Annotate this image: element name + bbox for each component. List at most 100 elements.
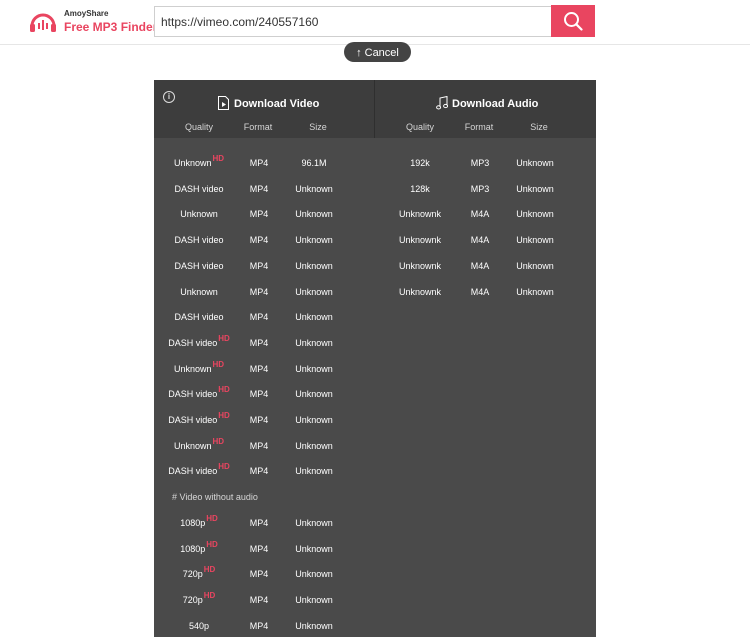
format-cell: MP4 (249, 544, 269, 554)
video-row[interactable]: DASH videoHD MP4 Unknown (154, 334, 596, 354)
hd-badge: HD (218, 334, 230, 343)
size-cell: Unknown (516, 287, 554, 297)
quality-text: Unknownk (398, 235, 442, 245)
quality-cell: 720pHD (163, 591, 235, 605)
format-cell: MP4 (249, 312, 269, 322)
cancel-label: Cancel (364, 47, 399, 59)
quality-text: DASH video (168, 415, 218, 425)
download-video-title: Download Video (217, 96, 319, 110)
quality-text: 128k (410, 184, 430, 194)
format-cell: MP4 (249, 441, 269, 451)
format-cell: MP4 (249, 364, 269, 374)
audio-row[interactable]: 192k MP3 Unknown (154, 158, 596, 174)
quality-text: 192k (410, 158, 430, 168)
info-icon[interactable]: i (163, 91, 175, 103)
music-note-icon (436, 96, 448, 110)
audio-row[interactable]: 128k MP3 Unknown (154, 184, 596, 200)
brand-top-text: AmoyShare (64, 9, 109, 18)
hd-badge: HD (218, 385, 230, 394)
brand-main-text: Free MP3 Finder (64, 20, 158, 34)
quality-text: DASH video (168, 338, 218, 348)
hd-badge: HD (212, 437, 225, 446)
size-cell: Unknown (516, 261, 554, 271)
download-audio-title: Download Audio (436, 96, 538, 110)
video-row[interactable]: UnknownHD MP4 Unknown (154, 360, 596, 380)
video-format-header: Format (243, 122, 273, 132)
size-cell: Unknown (295, 338, 333, 348)
quality-text: 720p (182, 569, 203, 579)
video-without-audio-label: # Video without audio (172, 492, 258, 502)
no_audio-row[interactable]: 720pHD MP4 Unknown (154, 591, 596, 611)
quality-text: 720p (182, 595, 203, 605)
no_audio-row[interactable]: 720pHD MP4 Unknown (154, 565, 596, 585)
brand-logo[interactable]: AmoyShare Free MP3 Finder (28, 8, 157, 38)
size-cell: Unknown (295, 621, 333, 631)
quality-text: 1080p (180, 518, 206, 528)
quality-cell: DASH videoHD (163, 462, 235, 476)
hd-badge: HD (212, 360, 225, 369)
size-cell: Unknown (295, 389, 333, 399)
header-divider (374, 80, 375, 138)
quality-text: DASH video (168, 389, 218, 399)
quality-text: 540p (188, 621, 210, 631)
quality-cell: Unknownk (384, 209, 456, 219)
quality-cell: 192k (384, 158, 456, 168)
top-bar: AmoyShare Free MP3 Finder (0, 0, 750, 45)
quality-cell: DASH videoHD (163, 385, 235, 399)
quality-text: DASH video (174, 312, 224, 322)
hd-badge: HD (206, 514, 218, 523)
video-quality-header: Quality (184, 122, 213, 132)
quality-cell: DASH video (163, 312, 235, 322)
audio-row[interactable]: Unknownk M4A Unknown (154, 235, 596, 251)
quality-cell: DASH videoHD (163, 334, 235, 348)
no_audio-row[interactable]: 1080pHD MP4 Unknown (154, 514, 596, 534)
hd-badge: HD (203, 591, 216, 600)
size-cell: Unknown (295, 544, 333, 554)
format-cell: MP3 (470, 158, 490, 168)
size-cell: Unknown (295, 441, 333, 451)
audio-format-header: Format (464, 122, 494, 132)
quality-text: Unknownk (398, 261, 442, 271)
video-row[interactable]: DASH videoHD MP4 Unknown (154, 385, 596, 405)
video-row[interactable]: UnknownHD MP4 Unknown (154, 437, 596, 457)
audio-row[interactable]: Unknownk M4A Unknown (154, 287, 596, 303)
no_audio-row[interactable]: 540p MP4 Unknown (154, 621, 596, 637)
video-size-header: Size (309, 122, 327, 132)
format-cell: MP4 (249, 518, 269, 528)
format-cell: M4A (470, 209, 490, 219)
size-cell: Unknown (295, 569, 333, 579)
download-video-label: Download Video (234, 98, 320, 110)
search-icon (564, 12, 583, 31)
headphones-icon (30, 13, 56, 32)
size-cell: Unknown (295, 595, 333, 605)
search-button[interactable] (551, 5, 595, 37)
quality-text: Unknown (173, 441, 212, 451)
format-cell: M4A (470, 261, 490, 271)
quality-cell: 128k (384, 184, 456, 194)
arrow-up-icon: ↑ (356, 47, 362, 59)
hd-badge: HD (218, 462, 230, 471)
video-row[interactable]: DASH video MP4 Unknown (154, 312, 596, 328)
audio-row[interactable]: Unknownk M4A Unknown (154, 261, 596, 277)
format-cell: M4A (470, 235, 490, 245)
format-cell: MP4 (249, 338, 269, 348)
search-input[interactable] (154, 6, 552, 37)
no_audio-row[interactable]: 1080pHD MP4 Unknown (154, 540, 596, 560)
video-row[interactable]: DASH videoHD MP4 Unknown (154, 411, 596, 431)
size-cell: Unknown (295, 312, 333, 322)
video-file-icon (218, 96, 229, 110)
quality-text: Unknownk (398, 287, 442, 297)
hd-badge: HD (218, 411, 230, 420)
quality-cell: 540p (163, 621, 235, 631)
size-cell: Unknown (516, 184, 554, 194)
format-cell: MP4 (249, 389, 269, 399)
quality-cell: 1080pHD (163, 540, 235, 554)
cancel-button[interactable]: ↑ Cancel (344, 42, 411, 62)
audio-size-header: Size (530, 122, 548, 132)
download-panel: i Download Video Download Audio Quality … (154, 80, 596, 637)
audio-row[interactable]: Unknownk M4A Unknown (154, 209, 596, 225)
size-cell: Unknown (295, 518, 333, 528)
quality-cell: UnknownHD (163, 360, 235, 374)
video-row[interactable]: DASH videoHD MP4 Unknown (154, 462, 596, 482)
size-cell: Unknown (295, 466, 333, 476)
